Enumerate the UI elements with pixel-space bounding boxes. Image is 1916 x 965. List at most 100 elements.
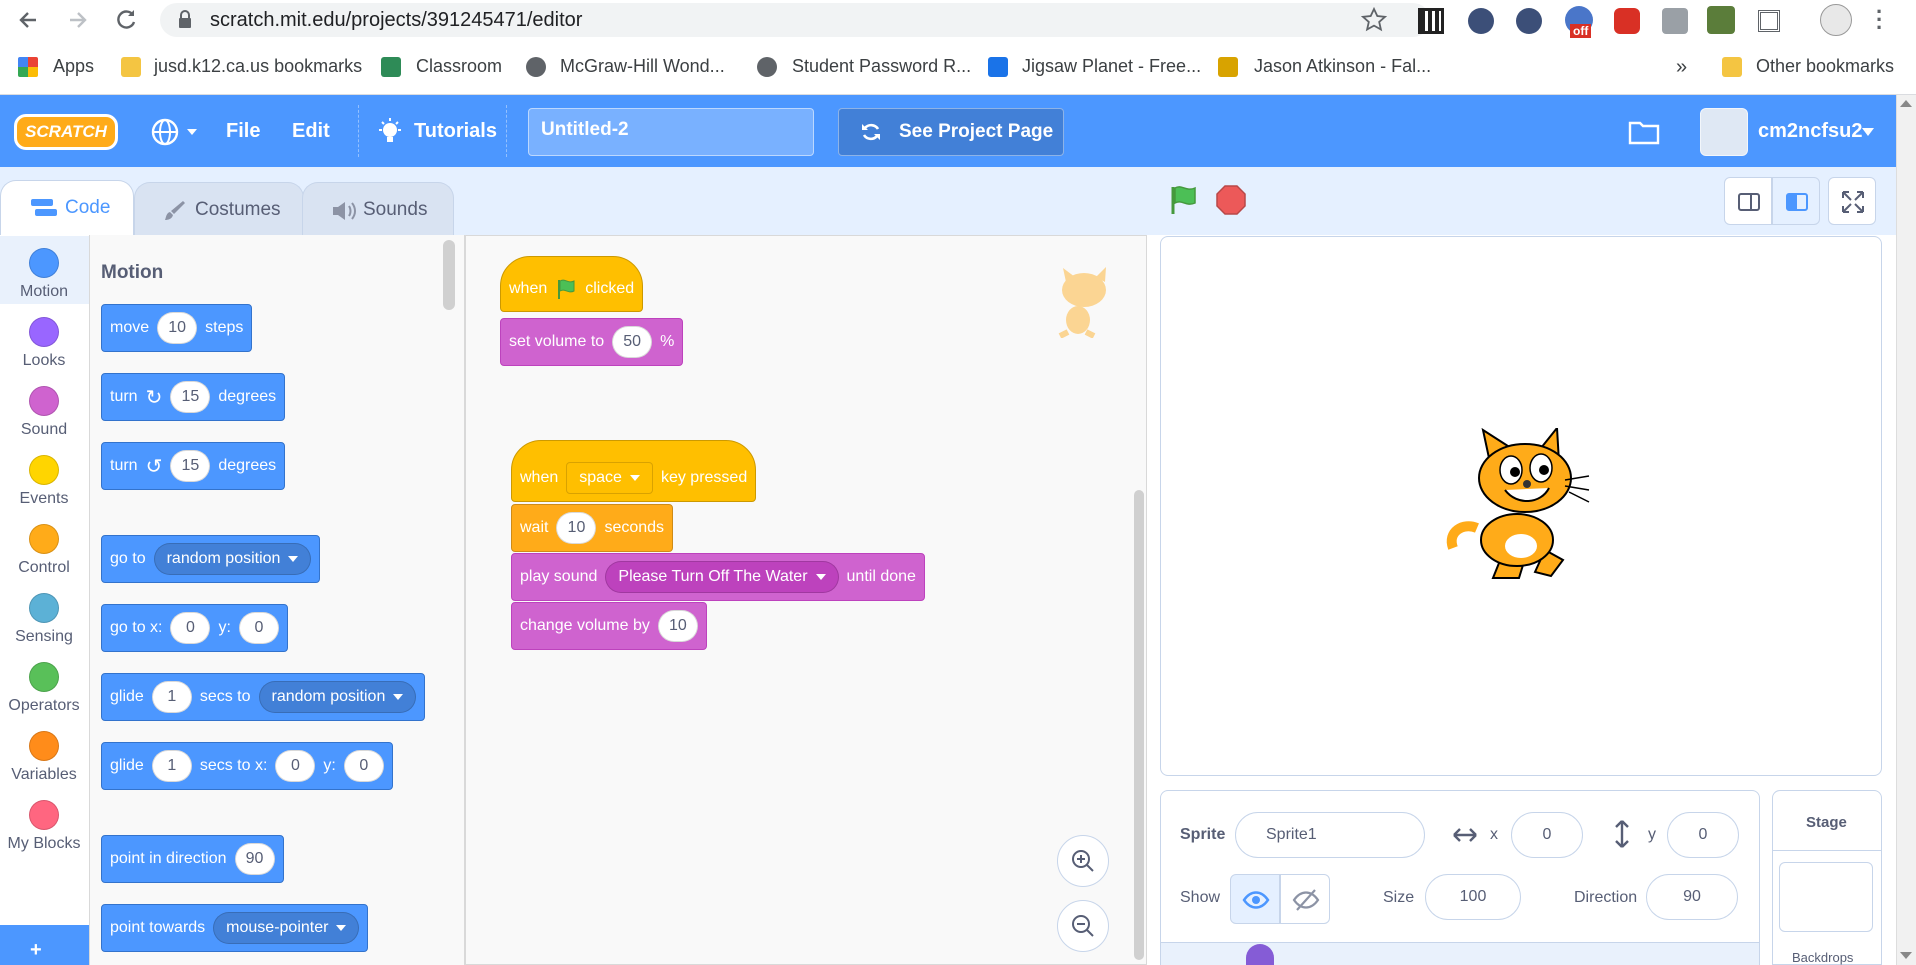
profile-avatar[interactable] [1820, 4, 1852, 36]
back-icon[interactable] [14, 6, 42, 34]
category-control[interactable]: Control [0, 519, 89, 581]
apps-icon[interactable] [18, 57, 38, 77]
bookmark-mcgraw-hill[interactable]: McGraw-Hill Wond... [560, 56, 725, 77]
category-my-blocks[interactable]: My Blocks [0, 795, 89, 857]
volume-input[interactable]: 50 [612, 326, 653, 358]
block-glide-to-xy[interactable]: glide 1 secs to x: 0 y: 0 [101, 742, 393, 790]
project-title-input[interactable]: Untitled-2 [528, 108, 814, 156]
account-chevron-down-icon[interactable] [1862, 128, 1874, 136]
see-project-page-button[interactable]: See Project Page [838, 108, 1064, 156]
large-stage-button[interactable] [1772, 177, 1820, 225]
shield-extension-2-icon[interactable] [1516, 8, 1542, 34]
category-events[interactable]: Events [0, 450, 89, 512]
block-play-sound-until-done[interactable]: play sound Please Turn Off The Water unt… [511, 553, 925, 601]
point-towards-dropdown[interactable]: mouse-pointer [213, 912, 360, 944]
green-flag-button[interactable] [1168, 184, 1200, 216]
bookmark-student-password[interactable]: Student Password R... [792, 56, 971, 77]
add-extension-button[interactable]: + [0, 925, 89, 965]
palette-scrollbar[interactable] [443, 240, 455, 310]
bookmark-jason-atkinson[interactable]: Jason Atkinson - Fal... [1254, 56, 1431, 77]
block-point-towards[interactable]: point towards mouse-pointer [101, 904, 369, 952]
zoom-out-button[interactable] [1057, 900, 1109, 952]
username[interactable]: cm2ncfsu2 [1758, 120, 1863, 143]
block-go-to-xy[interactable]: go to x: 0 y: 0 [101, 604, 288, 652]
scroll-up-arrow-icon[interactable] [1900, 100, 1912, 107]
stop-button[interactable] [1216, 185, 1246, 215]
y-input[interactable]: 0 [343, 750, 384, 782]
ext-figure-icon[interactable] [1707, 6, 1735, 34]
bookmark-apps[interactable]: Apps [53, 56, 94, 77]
block-glide-to[interactable]: glide 1 secs to random position [101, 673, 426, 721]
block-wait[interactable]: wait 10 seconds [511, 504, 674, 552]
show-hidden-button[interactable] [1280, 874, 1330, 924]
secs-input[interactable]: 1 [151, 681, 192, 713]
go-to-target-dropdown[interactable]: random position [153, 543, 312, 575]
lock-icon[interactable] [176, 10, 194, 30]
category-variables[interactable]: Variables [0, 726, 89, 788]
bookmark-classroom[interactable]: Classroom [416, 56, 502, 77]
forward-icon[interactable] [64, 6, 92, 34]
x-input[interactable]: 0 [275, 750, 316, 782]
url-text[interactable]: scratch.mit.edu/projects/391245471/edito… [210, 9, 582, 32]
sprite-name-input[interactable]: Sprite1 [1235, 812, 1425, 858]
grid-extension-icon[interactable] [1758, 10, 1780, 32]
file-menu[interactable]: File [226, 120, 260, 143]
block-move-steps[interactable]: move 10 steps [101, 304, 253, 352]
puzzle-extension-icon[interactable] [1662, 8, 1688, 34]
reload-icon[interactable] [112, 6, 140, 34]
block-turn-right[interactable]: turn ↻ 15 degrees [101, 373, 286, 421]
tab-sounds[interactable]: Sounds [302, 182, 454, 236]
category-sensing[interactable]: Sensing [0, 588, 89, 650]
category-looks[interactable]: Looks [0, 312, 89, 374]
backdrop-thumbnail[interactable] [1779, 862, 1873, 932]
block-when-key-pressed[interactable]: when space key pressed [511, 440, 757, 502]
block-turn-left[interactable]: turn ↺ 15 degrees [101, 442, 286, 490]
bookmark-other[interactable]: Other bookmarks [1756, 56, 1894, 77]
wait-seconds-input[interactable]: 10 [556, 512, 597, 544]
adblock-icon[interactable] [1614, 8, 1640, 34]
x-input[interactable]: 0 [170, 612, 211, 644]
glide-target-dropdown[interactable]: random position [258, 681, 417, 713]
y-input[interactable]: 0 [1667, 812, 1739, 858]
shield-extension-icon[interactable] [1468, 8, 1494, 34]
sound-dropdown[interactable]: Please Turn Off The Water [605, 561, 839, 593]
browser-menu-icon[interactable]: · · · [1876, 1, 1883, 39]
tab-costumes[interactable]: Costumes [134, 182, 304, 236]
category-operators[interactable]: Operators [0, 657, 89, 719]
qr-code-icon[interactable] [1418, 8, 1444, 34]
tutorials-bulb-icon[interactable] [376, 117, 404, 147]
small-stage-button[interactable] [1724, 177, 1772, 225]
workspace-scrollbar[interactable] [1134, 490, 1144, 960]
zoom-in-button[interactable] [1057, 835, 1109, 887]
secs-input[interactable]: 1 [151, 750, 192, 782]
block-when-flag-clicked[interactable]: when clicked [500, 256, 644, 312]
block-set-volume[interactable]: set volume to 50 % [500, 318, 684, 366]
tab-code[interactable]: Code [0, 180, 134, 236]
degrees-input[interactable]: 15 [170, 381, 211, 413]
size-input[interactable]: 100 [1425, 874, 1521, 920]
block-change-volume[interactable]: change volume by 10 [511, 602, 707, 650]
my-stuff-folder-icon[interactable] [1628, 119, 1660, 145]
bookmark-jigsaw-planet[interactable]: Jigsaw Planet - Free... [1022, 56, 1201, 77]
category-motion[interactable]: Motion [0, 243, 89, 305]
delete-sprite-icon[interactable] [1246, 944, 1274, 965]
scratch-logo[interactable]: SCRATCH [14, 114, 118, 150]
block-point-in-direction[interactable]: point in direction 90 [101, 835, 284, 883]
direction-input[interactable]: 90 [1646, 874, 1738, 920]
edit-menu[interactable]: Edit [292, 120, 330, 143]
language-globe-icon[interactable] [150, 117, 200, 147]
user-avatar[interactable] [1700, 108, 1748, 156]
volume-change-input[interactable]: 10 [657, 610, 698, 642]
star-icon[interactable] [1360, 6, 1388, 34]
x-input[interactable]: 0 [1511, 812, 1583, 858]
steps-input[interactable]: 10 [157, 312, 198, 344]
fullscreen-button[interactable] [1828, 177, 1876, 225]
bookmark-jusd[interactable]: jusd.k12.ca.us bookmarks [154, 56, 362, 77]
category-sound[interactable]: Sound [0, 381, 89, 443]
bookmarks-overflow[interactable]: » [1676, 56, 1687, 79]
y-input[interactable]: 0 [238, 612, 279, 644]
degrees-input[interactable]: 15 [170, 450, 211, 482]
page-scrollbar[interactable] [1896, 95, 1916, 965]
show-visible-button[interactable] [1230, 874, 1280, 924]
block-go-to[interactable]: go to random position [101, 535, 321, 583]
